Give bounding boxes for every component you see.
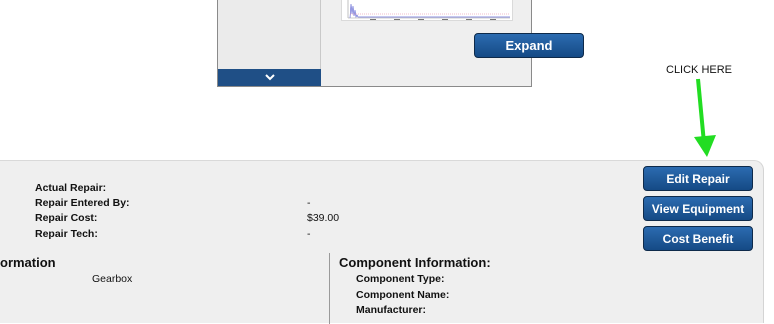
chevron-down-icon (264, 74, 275, 81)
chart-thumbnail[interactable] (341, 0, 513, 21)
section-divider (329, 253, 330, 324)
manufacturer-label: Manufacturer: (356, 304, 427, 316)
view-equipment-button[interactable]: View Equipment (643, 196, 753, 221)
expand-button[interactable]: Expand (474, 33, 584, 58)
repair-entered-by-value: - (307, 197, 311, 209)
actual-repair-label: Actual Repair: (35, 182, 107, 194)
repair-entered-by-label: Repair Entered By: (35, 197, 130, 209)
information-section-title: ormation (0, 255, 56, 270)
repair-cost-value: $39.00 (307, 212, 340, 224)
chart-preview-panel: Expand (217, 0, 584, 87)
component-type-label: Component Type: (356, 273, 445, 285)
repair-cost-label: Repair Cost: (35, 212, 98, 224)
chart-thumbnail-graphic (347, 0, 510, 20)
component-information-title: Component Information: (339, 255, 491, 270)
component-name-label: Component Name: (356, 289, 450, 301)
click-here-annotation: CLICK HERE (666, 64, 733, 76)
cost-benefit-button[interactable]: Cost Benefit (643, 226, 753, 251)
repair-tech-label: Repair Tech: (35, 228, 98, 240)
repair-tech-value: - (307, 228, 311, 240)
preview-main: Expand (321, 0, 584, 86)
collapse-toggle[interactable] (218, 69, 321, 86)
arrow-down-icon (694, 78, 716, 157)
edit-repair-button[interactable]: Edit Repair (643, 166, 753, 191)
equipment-type-value: Gearbox (92, 273, 133, 285)
preview-sidebar (218, 0, 321, 86)
